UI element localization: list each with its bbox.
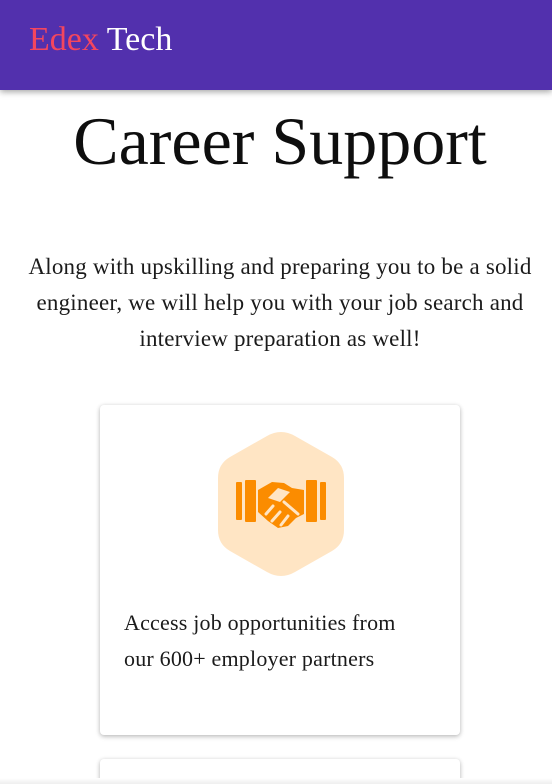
career-support-card: Access job opportunities from our 600+ e… xyxy=(100,405,460,735)
brand-logo[interactable]: Edex Tech xyxy=(29,20,172,60)
navbar: Edex Tech xyxy=(0,0,552,90)
section-title: Career Support xyxy=(73,103,487,179)
brand-name-first: Edex xyxy=(29,21,99,58)
page-bottom-edge xyxy=(0,778,552,784)
handshake-icon xyxy=(214,430,348,578)
card-text: Access job opportunities from our 600+ e… xyxy=(124,610,396,671)
section-intro: Along with upskilling and preparing you … xyxy=(28,254,532,351)
brand-name-second: Tech xyxy=(106,21,173,58)
